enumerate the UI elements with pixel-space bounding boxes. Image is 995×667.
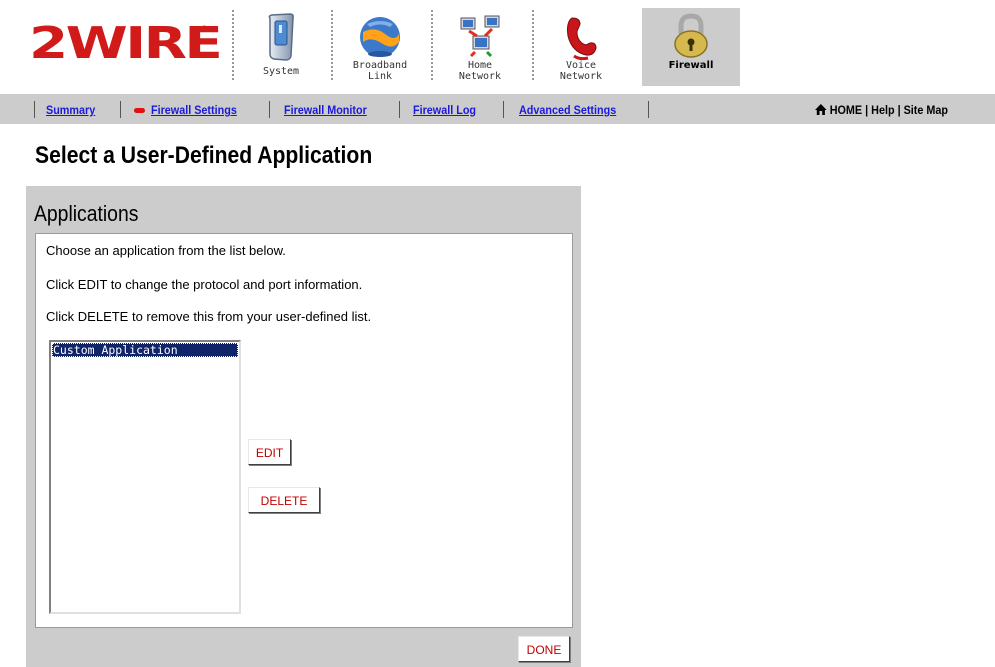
subnav-advanced-settings[interactable]: Advanced Settings (519, 103, 616, 117)
tab-broadband-link[interactable]: Broadband Link (331, 8, 429, 86)
utility-links: HOME | Help | Site Map (815, 103, 948, 117)
tab-voice-network[interactable]: Voice Network (532, 8, 630, 86)
delete-button[interactable]: DELETE (248, 487, 320, 513)
tab-label: Voice Network (559, 60, 603, 82)
logo-text: 2WIRE (29, 18, 223, 69)
divider (503, 101, 504, 118)
instruction-text: Click EDIT to change the protocol and po… (46, 277, 363, 292)
subnav-firewall-monitor[interactable]: Firewall Monitor (284, 103, 367, 117)
padlock-icon (674, 13, 708, 58)
header: 2WIRE ® System Broadband Link Home Netwo… (0, 0, 995, 94)
divider: | (897, 103, 901, 117)
application-listbox[interactable]: Custom Application (49, 340, 241, 614)
help-link[interactable]: Help (871, 103, 894, 117)
home-link-label: HOME (829, 103, 863, 117)
divider (648, 101, 649, 118)
done-button[interactable]: DONE (518, 636, 570, 662)
divider (120, 101, 121, 118)
broadband-globe-icon (360, 17, 400, 57)
home-icon (815, 104, 827, 115)
tab-system[interactable]: System (232, 8, 330, 86)
instruction-text: Click DELETE to remove this from your us… (46, 309, 372, 324)
applications-content: Choose an application from the list belo… (35, 233, 573, 628)
applications-panel: Applications Choose an application from … (26, 186, 581, 667)
subnav-firewall-log[interactable]: Firewall Log (413, 103, 476, 117)
firewall-subnav: Summary Firewall Settings Firewall Monit… (0, 94, 995, 124)
brand-logo[interactable]: 2WIRE ® (29, 18, 223, 70)
page-title: Select a User-Defined Application (35, 142, 373, 169)
divider (399, 101, 400, 118)
home-link[interactable]: HOME (815, 103, 865, 117)
list-item[interactable]: Custom Application (52, 343, 238, 357)
subnav-firewall-settings[interactable]: Firewall Settings (151, 103, 237, 117)
active-bullet-icon (134, 108, 145, 113)
tab-label: Broadband Link (352, 60, 408, 82)
site-map-link[interactable]: Site Map (904, 103, 948, 117)
system-phone-icon (268, 13, 294, 61)
tab-label: Home Network (458, 60, 502, 82)
home-network-computers-icon (460, 15, 500, 58)
divider: | (865, 103, 869, 117)
edit-button[interactable]: EDIT (248, 439, 291, 465)
tab-label: System (262, 66, 300, 77)
voice-phone-icon (567, 17, 597, 61)
tab-label: Firewall (668, 60, 714, 71)
divider (34, 101, 35, 118)
divider (269, 101, 270, 118)
tab-home-network[interactable]: Home Network (431, 8, 529, 86)
instruction-text: Choose an application from the list belo… (46, 243, 286, 258)
panel-title: Applications (34, 201, 139, 226)
subnav-summary[interactable]: Summary (46, 103, 95, 117)
tab-firewall[interactable]: Firewall (642, 8, 740, 86)
registered-mark: ® (201, 24, 208, 34)
